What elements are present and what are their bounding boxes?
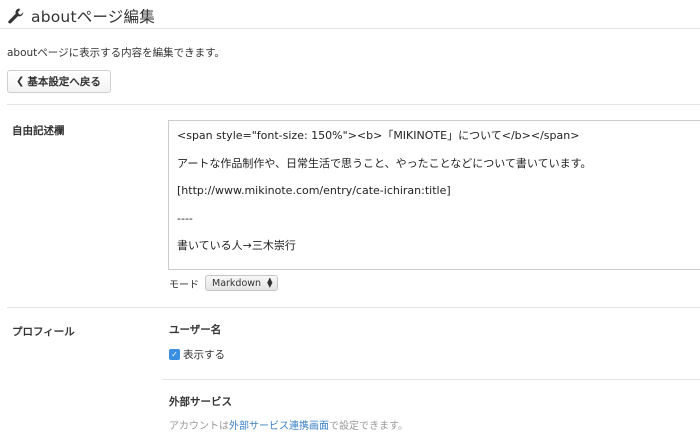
textarea-line: <span style="font-size: 150%"><b>「MIKINO… xyxy=(177,129,580,142)
back-to-settings-button[interactable]: ❮ 基本設定へ戻る xyxy=(7,70,111,93)
mode-row: モード Markdown ▲ ▼ xyxy=(169,275,279,291)
show-username-option[interactable]: ✓ 表示する xyxy=(169,347,225,362)
select-arrows-icon: ▲ ▼ xyxy=(267,276,273,289)
header-divider xyxy=(0,28,700,29)
mode-select[interactable]: Markdown ▲ ▼ xyxy=(205,275,279,291)
back-button-label: 基本設定へ戻る xyxy=(27,76,101,88)
mode-label: モード xyxy=(169,279,199,291)
section-divider xyxy=(7,104,700,105)
subsection-divider xyxy=(162,379,700,380)
free-text-textarea[interactable]: <span style="font-size: 150%"><b>「MIKINO… xyxy=(168,120,700,270)
page-header: aboutページ編集 xyxy=(7,4,155,28)
textarea-line: ---- xyxy=(177,211,193,225)
profile-label: プロフィール xyxy=(12,326,75,338)
textarea-line: [http://www.mikinote.com/entry/cate-ichi… xyxy=(177,184,451,197)
show-username-label: 表示する xyxy=(183,349,225,361)
textarea-line: アートな作品制作や、日常生活で思うこと、やったことなどについて書いています。 xyxy=(177,156,592,170)
external-services-note: アカウントは外部サービス連携画面で設定できます。 xyxy=(169,421,408,432)
page-description: aboutページに表示する内容を編集できます。 xyxy=(7,47,226,59)
show-username-checkbox[interactable]: ✓ xyxy=(169,349,180,360)
textarea-line: 書いている人→三木崇行 xyxy=(177,239,296,252)
mode-select-value: Markdown xyxy=(212,277,262,289)
page-title: aboutページ編集 xyxy=(31,8,155,26)
username-heading: ユーザー名 xyxy=(169,324,222,336)
wrench-icon xyxy=(7,7,25,25)
section-divider xyxy=(7,307,700,308)
external-services-heading: 外部サービス xyxy=(169,396,232,408)
chevron-left-icon: ❮ xyxy=(16,76,25,87)
free-text-label: 自由記述欄 xyxy=(12,125,65,137)
